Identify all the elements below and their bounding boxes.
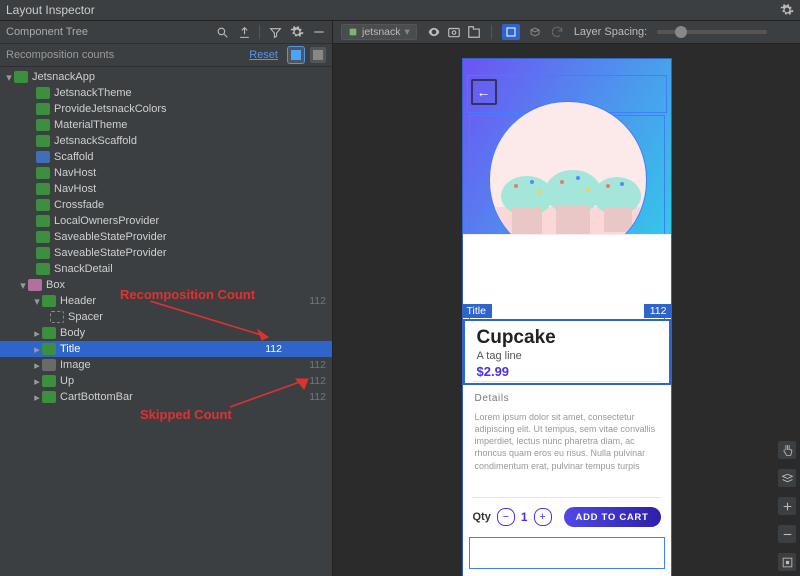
product-name: Cupcake (477, 327, 657, 349)
qty-label: Qty (473, 511, 491, 523)
compose-icon (14, 71, 28, 83)
refresh-icon[interactable] (550, 25, 564, 39)
deep-inspect-icon[interactable] (467, 25, 481, 39)
export-icon[interactable] (237, 25, 251, 39)
mode-3d[interactable] (526, 24, 544, 40)
selection-badge-right: 112 (644, 304, 672, 318)
pan-icon[interactable] (778, 441, 796, 459)
process-selector[interactable]: jetsnack▾ (341, 24, 417, 40)
qty-minus[interactable]: − (497, 508, 515, 526)
search-icon[interactable] (215, 25, 229, 39)
visibility-icon[interactable] (427, 25, 441, 39)
settings-icon[interactable] (290, 25, 304, 39)
spacer-icon (50, 311, 64, 323)
zoom-out-icon[interactable] (778, 525, 796, 543)
gear-icon[interactable] (780, 3, 794, 17)
tree-item[interactable]: Crossfade (0, 197, 332, 213)
hide-icon[interactable] (312, 25, 326, 39)
device-preview[interactable]: ← Title 112 Cupcake (462, 58, 672, 576)
selection-badge-left: Title (462, 304, 492, 318)
recomposition-label: Recomposition counts (6, 49, 114, 61)
annotation-skipped: Skipped Count (140, 407, 232, 422)
tree-item[interactable]: SaveableStateProvider (0, 229, 332, 245)
qty-value: 1 (521, 510, 528, 524)
component-tree-panel: Component Tree Recomposition counts Rese… (0, 21, 333, 576)
tree-item[interactable]: ProvideJetsnackColors (0, 101, 332, 117)
component-tree[interactable]: ▾JetsnackApp JetsnackThemeProvideJetsnac… (0, 67, 332, 576)
separator (259, 25, 260, 39)
page-title: Layout Inspector (6, 3, 95, 17)
reset-link[interactable]: Reset (249, 49, 278, 61)
image-icon (42, 359, 56, 371)
layers-icon[interactable] (778, 469, 796, 487)
layer-spacing-label: Layer Spacing: (574, 26, 647, 38)
fit-icon[interactable] (778, 553, 796, 571)
tree-item[interactable]: MaterialTheme (0, 117, 332, 133)
snapshot-icon[interactable] (447, 25, 461, 39)
panel-label: Component Tree (6, 26, 88, 38)
tree-item[interactable]: SaveableStateProvider (0, 245, 332, 261)
details-header: Details (475, 393, 510, 404)
add-to-cart-button[interactable]: ADD TO CART (564, 507, 661, 527)
product-tagline: A tag line (477, 350, 657, 362)
tree-item[interactable]: NavHost (0, 181, 332, 197)
layer-spacing-slider[interactable] (657, 30, 767, 34)
details-text: Lorem ipsum dolor sit amet, consectetur … (475, 411, 659, 472)
tree-box[interactable]: ▾Box (0, 277, 332, 293)
tree-item[interactable]: LocalOwnersProvider (0, 213, 332, 229)
product-price: $2.99 (477, 364, 657, 379)
zoom-in-icon[interactable] (778, 497, 796, 515)
tree-item[interactable]: Scaffold (0, 149, 332, 165)
tree-item[interactable]: SnackDetail (0, 261, 332, 277)
mode-2d[interactable] (502, 24, 520, 40)
layout-icon (28, 279, 42, 291)
filter-icon[interactable] (268, 25, 282, 39)
view-mode-recomp[interactable] (288, 47, 304, 63)
tree-item[interactable]: JetsnackTheme (0, 85, 332, 101)
view-mode-skipped[interactable] (310, 47, 326, 63)
layout-preview-panel: jetsnack▾ Layer Spacing: ← (333, 21, 800, 576)
tree-item[interactable]: NavHost (0, 165, 332, 181)
tree-image[interactable]: ▸Image112 (0, 357, 332, 373)
qty-plus[interactable]: + (534, 508, 552, 526)
tree-item[interactable]: JetsnackScaffold (0, 133, 332, 149)
tree-title-selected[interactable]: ▸Title112 (0, 341, 332, 357)
